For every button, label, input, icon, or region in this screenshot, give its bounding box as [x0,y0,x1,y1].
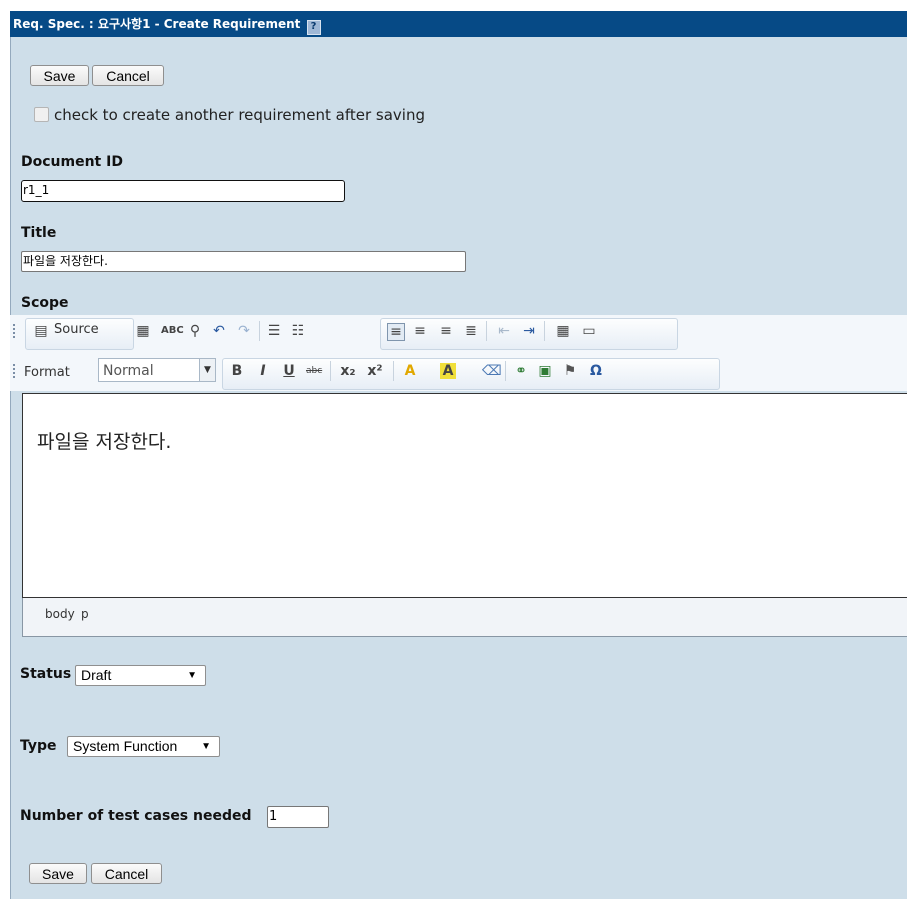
path-p[interactable]: p [81,607,89,621]
cancel-button-bottom[interactable]: Cancel [91,863,162,884]
type-select[interactable]: System Function ▼ [67,736,220,757]
text-color-icon[interactable]: A [402,363,418,379]
anchor-icon[interactable]: ⚑ [562,363,578,379]
document-id-label: Document ID [21,154,123,170]
italic-icon[interactable]: I [255,363,271,379]
scope-label: Scope [21,295,69,311]
bold-icon[interactable]: B [229,363,245,379]
editor-toolbar-row1: ▤ Source ▦ ABC ⚲ ↶ ↷ ☰ ☷ ≡ ≡ ≡ ≣ ⇤ ⇥ ▦ ▭ [10,315,907,355]
toolbar-separator [505,361,506,381]
title-label: Title [21,225,57,241]
window-title-bar: Req. Spec. : 요구사항1 - Create Requirement … [10,11,907,37]
align-right-icon[interactable]: ≡ [438,323,454,339]
toolbar-grip-icon [13,324,17,338]
templates-icon[interactable]: ▦ [135,323,151,339]
source-button[interactable]: Source [54,322,99,338]
type-value: System Function [73,738,178,754]
toolbar-grip-icon [13,364,17,378]
underline-icon[interactable]: U [281,363,297,379]
status-value: Draft [81,667,112,683]
justify-icon[interactable]: ≣ [463,323,479,339]
redo-icon[interactable]: ↷ [236,323,252,339]
type-label: Type [20,738,57,754]
remove-format-icon[interactable]: ⌫ [482,363,502,379]
find-icon[interactable]: ⚲ [187,323,203,339]
format-select[interactable]: Normal ▼ [98,358,216,382]
subscript-icon[interactable]: x₂ [340,363,356,379]
superscript-icon[interactable]: x² [367,363,383,379]
bg-color-icon[interactable]: A [440,363,456,379]
editor-toolbar-row2: Format Normal ▼ B I U abc x₂ x² A A ⌫ ⚭ … [10,355,907,391]
window-title: Req. Spec. : 요구사항1 - Create Requirement [13,17,301,31]
document-id-field[interactable]: r1_1 [21,180,345,202]
create-another-label: check to create another requirement afte… [54,106,425,124]
undo-icon[interactable]: ↶ [211,323,227,339]
chevron-down-icon: ▼ [187,670,197,681]
path-body[interactable]: body [45,607,75,621]
editor-content-text[interactable]: 파일을 저장한다. [37,427,171,454]
title-field[interactable]: 파일을 저장한다. [21,251,466,272]
toolbar-separator [330,361,331,381]
cancel-button-top[interactable]: Cancel [92,65,164,86]
create-another-checkbox[interactable] [34,107,49,122]
test-cases-field[interactable]: 1 [267,806,329,828]
toolbar-separator [259,321,260,341]
image-icon[interactable]: ▣ [537,363,553,379]
scope-editor: ▤ Source ▦ ABC ⚲ ↶ ↷ ☰ ☷ ≡ ≡ ≡ ≣ ⇤ ⇥ ▦ ▭… [10,315,907,638]
source-icon[interactable]: ▤ [33,323,49,339]
toolbar-separator [544,321,545,341]
status-label: Status [20,666,72,682]
strikethrough-icon[interactable]: abc [306,363,322,379]
bulleted-list-icon[interactable]: ☷ [290,323,306,339]
table-icon[interactable]: ▦ [555,323,571,339]
special-char-icon[interactable]: Ω [588,363,604,379]
outdent-icon[interactable]: ⇤ [496,323,512,339]
toolbar-separator [486,321,487,341]
status-select[interactable]: Draft ▼ [75,665,206,686]
toolbar-separator [393,361,394,381]
page: Req. Spec. : 요구사항1 - Create Requirement … [0,0,907,899]
spellcheck-icon[interactable]: ABC [161,323,184,339]
link-icon[interactable]: ⚭ [513,363,529,379]
format-value: Normal [103,363,154,379]
editor-path-bar: body p [22,598,907,637]
format-label: Format [24,365,70,380]
chevron-down-icon: ▼ [201,741,211,752]
test-cases-label: Number of test cases needed [20,808,252,824]
indent-icon[interactable]: ⇥ [521,323,537,339]
chevron-down-icon: ▼ [199,359,215,381]
numbered-list-icon[interactable]: ☰ [266,323,282,339]
help-icon[interactable]: ? [306,20,321,35]
align-center-icon[interactable]: ≡ [412,323,428,339]
align-left-icon[interactable]: ≡ [387,323,405,341]
save-button-bottom[interactable]: Save [29,863,87,884]
save-button-top[interactable]: Save [30,65,89,86]
editor-content-area[interactable]: 파일을 저장한다. [22,393,907,598]
horizontal-rule-icon[interactable]: ▭ [581,323,597,339]
